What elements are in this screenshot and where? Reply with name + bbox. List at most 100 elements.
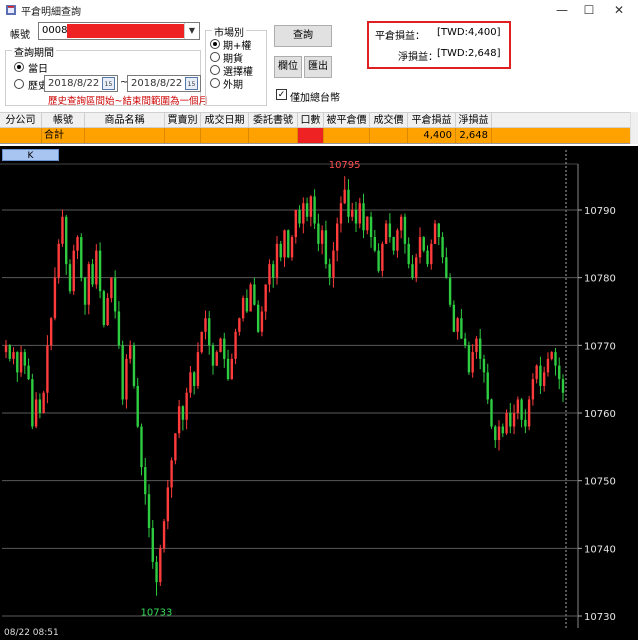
columns-button[interactable]: 欄位 bbox=[274, 56, 302, 78]
candle-body bbox=[298, 210, 301, 224]
high-price-label: 10795 bbox=[329, 160, 361, 171]
candle-body bbox=[384, 223, 388, 244]
candle-body bbox=[445, 257, 448, 278]
y-tick-label: 10730 bbox=[584, 612, 616, 623]
candle-body bbox=[147, 494, 151, 529]
candle-body bbox=[253, 284, 256, 305]
candle-body bbox=[324, 230, 328, 265]
export-button[interactable]: 匯出 bbox=[304, 56, 332, 78]
candle-body bbox=[200, 331, 203, 353]
candle-body bbox=[520, 399, 523, 420]
candle-body bbox=[185, 392, 188, 420]
market-option-futures-options-radio[interactable] bbox=[210, 39, 220, 49]
calendar-icon[interactable]: 15 bbox=[102, 77, 115, 90]
y-tick-label: 10780 bbox=[584, 274, 616, 285]
candle-body bbox=[260, 311, 264, 332]
grid-scrollbar[interactable] bbox=[630, 112, 638, 144]
candle-body bbox=[516, 399, 520, 413]
candle-body bbox=[177, 406, 181, 434]
candle-body bbox=[219, 338, 222, 353]
candle-body bbox=[49, 318, 53, 346]
candle-body bbox=[110, 277, 113, 298]
candle-body bbox=[411, 264, 414, 278]
table-row[interactable]: 合計 4,400 2,648 bbox=[0, 128, 630, 144]
candle-body bbox=[121, 345, 124, 400]
column-header[interactable]: 平倉損益 bbox=[408, 113, 456, 128]
twd-only-label: 僅加總台幣 bbox=[290, 93, 340, 104]
column-header[interactable]: 成交價 bbox=[370, 113, 408, 128]
candle-body bbox=[392, 237, 395, 251]
k-chart[interactable]: 10790 10780 10770 10760 10750 10740 10730 10795… bbox=[0, 146, 638, 640]
candle-body bbox=[377, 250, 380, 271]
cell-trade-date bbox=[201, 128, 249, 143]
candle-body bbox=[486, 372, 489, 400]
candle-body bbox=[27, 365, 30, 380]
today-radio[interactable] bbox=[14, 62, 24, 72]
date-to-field[interactable]: 2018/8/22 15 bbox=[127, 75, 201, 92]
candle-body bbox=[287, 230, 290, 258]
candle-body bbox=[482, 358, 486, 373]
market-option-foreign-radio[interactable] bbox=[210, 78, 220, 88]
account-redaction bbox=[67, 24, 184, 38]
candle-body bbox=[268, 264, 271, 285]
close-button[interactable]: ✕ bbox=[604, 0, 634, 20]
date-from-field[interactable]: 2018/8/22 15 bbox=[44, 75, 118, 92]
market-option-options-radio[interactable] bbox=[210, 65, 220, 75]
minimize-button[interactable]: — bbox=[547, 0, 577, 20]
candle-body bbox=[358, 203, 361, 224]
cell-closed-price bbox=[324, 128, 370, 143]
cell-lots bbox=[298, 128, 324, 143]
maximize-button[interactable]: ☐ bbox=[574, 0, 604, 20]
column-header[interactable]: 被平倉價 bbox=[324, 113, 370, 128]
column-header[interactable]: 買賣別 bbox=[165, 113, 201, 128]
candle-body bbox=[320, 230, 324, 244]
candle-body bbox=[396, 230, 399, 251]
candle-body bbox=[113, 277, 117, 312]
account-label: 帳號 bbox=[10, 30, 30, 41]
twd-only-checkbox[interactable]: ✓ bbox=[276, 89, 287, 100]
column-header[interactable]: 分公司 bbox=[0, 113, 42, 128]
app-icon bbox=[6, 5, 16, 15]
account-select[interactable]: 0008 ▼ bbox=[38, 22, 200, 40]
query-button[interactable]: 查詢 bbox=[274, 25, 332, 47]
candle-body bbox=[68, 264, 72, 292]
candle-body bbox=[174, 433, 177, 461]
candle-body bbox=[381, 243, 384, 271]
candle-body bbox=[471, 352, 474, 373]
candle-body bbox=[189, 372, 192, 393]
candle-body bbox=[230, 358, 234, 380]
candle-body bbox=[215, 352, 218, 366]
column-header[interactable]: 成交日期 bbox=[201, 113, 249, 128]
candle-body bbox=[332, 250, 335, 278]
column-header[interactable]: 商品名稱 bbox=[85, 113, 165, 128]
candle-body bbox=[166, 487, 170, 522]
candle-body bbox=[128, 345, 132, 359]
history-radio[interactable] bbox=[14, 79, 24, 89]
k-tab[interactable]: K bbox=[2, 149, 59, 161]
candle-body bbox=[102, 291, 106, 326]
market-option-futures-radio[interactable] bbox=[210, 52, 220, 62]
candle-body bbox=[362, 203, 365, 231]
query-period-label: 查詢期間 bbox=[12, 44, 56, 59]
column-header[interactable]: 淨損益 bbox=[456, 113, 492, 128]
column-header[interactable]: 帳號 bbox=[42, 113, 85, 128]
candle-body bbox=[19, 352, 23, 373]
calendar-icon[interactable]: 15 bbox=[185, 77, 198, 90]
candle-body bbox=[226, 358, 230, 380]
candle-body bbox=[539, 365, 542, 386]
candle-body bbox=[441, 237, 444, 258]
candle-body bbox=[162, 521, 166, 549]
candle-body bbox=[467, 345, 471, 373]
candle-body bbox=[490, 399, 493, 427]
candle-body bbox=[433, 223, 437, 244]
close-pl-label: 平倉損益： bbox=[375, 31, 425, 42]
candle-body bbox=[264, 284, 267, 312]
candle-body bbox=[87, 264, 90, 305]
candle-body bbox=[106, 297, 109, 326]
candle-body bbox=[354, 210, 358, 224]
column-header[interactable]: 口數 bbox=[298, 113, 324, 128]
chart-footer: 08/22 08:51 bbox=[0, 628, 638, 640]
column-header[interactable]: 委託書號 bbox=[249, 113, 298, 128]
chevron-down-icon[interactable]: ▼ bbox=[184, 23, 199, 39]
y-tick-label: 10740 bbox=[584, 544, 616, 555]
